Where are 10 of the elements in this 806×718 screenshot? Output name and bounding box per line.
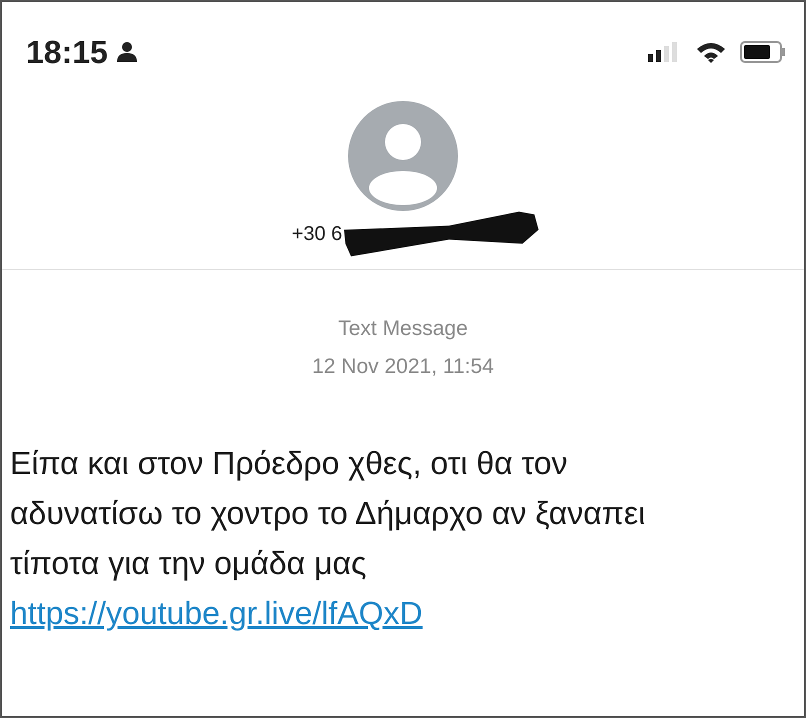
battery-icon [740, 41, 786, 63]
message-timestamp: 12 Nov 2021, 11:54 [312, 354, 494, 380]
message-service: Text Message [338, 316, 468, 342]
avatar-icon[interactable] [347, 100, 459, 212]
status-time: 18:15 [26, 34, 108, 70]
wifi-icon [696, 41, 726, 63]
message-link[interactable]: https://youtube.gr.live/lfAQxD [10, 595, 423, 631]
message-text: Είπα και στον Πρόεδρο χθες, οτι θα τον αδυνατίσω το χοντρο το Δήμαρχο αν ξαναπει τίποτα για την ομάδα μας https://youtube.gr.live/lfAQxD [10, 444, 646, 633]
person-icon [116, 41, 138, 63]
phone-number[interactable]: +30 6 [292, 222, 342, 246]
